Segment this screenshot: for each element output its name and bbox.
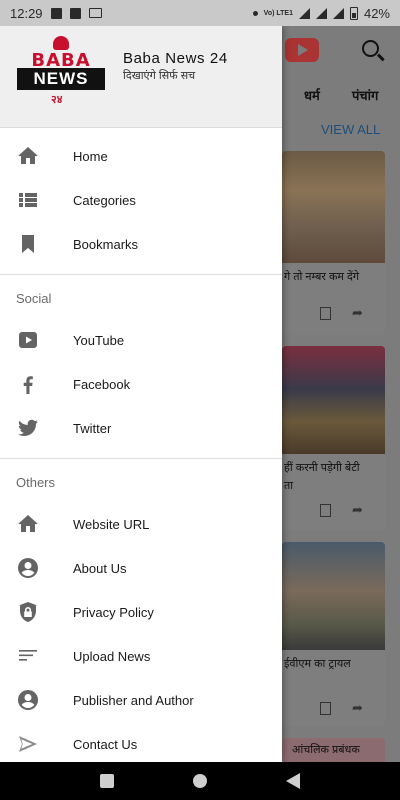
menu-label: Bookmarks xyxy=(73,236,139,252)
gallery-notification-icon xyxy=(69,7,81,19)
menu-label: Upload News xyxy=(73,648,151,664)
bookmark-icon xyxy=(320,307,331,320)
menu-label: Home xyxy=(73,148,108,164)
share-icon: ➦ xyxy=(352,502,363,517)
news-headline: हीं करनी पड़ेगी बेटी xyxy=(284,462,360,474)
menu-item-categories[interactable]: Categories xyxy=(0,178,282,222)
news-card: ईवीएम का ट्रायल ➦ xyxy=(282,542,385,726)
news-headline: ता xyxy=(284,480,294,492)
menu-item-contact-us[interactable]: Contact Us xyxy=(0,722,282,762)
share-icon: ➦ xyxy=(352,305,363,320)
section-title-social: Social xyxy=(16,291,52,306)
youtube-icon xyxy=(16,328,40,352)
list-icon xyxy=(16,188,40,212)
menu-item-publisher-author[interactable]: Publisher and Author xyxy=(0,678,282,722)
brand-tagline: दिखाएंगे सिर्फ सच xyxy=(123,70,196,82)
news-image xyxy=(282,346,385,454)
others-menu: Others Website URL About Us Privacy Poli… xyxy=(0,459,282,762)
social-menu: Social YouTube Facebook Twitter xyxy=(0,275,282,459)
twitter-icon xyxy=(16,416,40,440)
news-card: आंचलिक प्रबंधक xyxy=(282,738,385,762)
category-tab: पंचांग xyxy=(352,88,379,103)
news-headline: ईवीएम का ट्रायल xyxy=(284,658,351,670)
menu-label: YouTube xyxy=(73,332,125,348)
notification-icon xyxy=(50,7,62,19)
menu-item-website-url[interactable]: Website URL xyxy=(0,502,282,546)
logo-number: २४ xyxy=(51,94,63,106)
wifi-icon xyxy=(298,7,310,19)
share-icon: ➦ xyxy=(352,700,363,715)
menu-label: Publisher and Author xyxy=(73,692,194,708)
search-icon xyxy=(362,40,379,57)
news-image xyxy=(282,151,385,263)
news-headline: गे तो नम्बर कम देंगे xyxy=(284,271,360,283)
navigation-drawer: BABA NEWS २४ Baba News 24 दिखाएंगे सिर्फ… xyxy=(0,26,282,762)
menu-item-twitter[interactable]: Twitter xyxy=(0,406,282,450)
main-menu: Home Categories Bookmarks xyxy=(0,128,282,275)
menu-item-about-us[interactable]: About Us xyxy=(0,546,282,590)
menu-item-facebook[interactable]: Facebook xyxy=(0,362,282,406)
menu-item-privacy-policy[interactable]: Privacy Policy xyxy=(0,590,282,634)
lines-icon xyxy=(16,644,40,668)
news-headline: आंचलिक प्रबंधक xyxy=(292,744,360,756)
back-button[interactable] xyxy=(286,773,301,789)
logo-turban-icon xyxy=(53,36,69,50)
drawer-header: BABA NEWS २४ Baba News 24 दिखाएंगे सिर्फ… xyxy=(0,26,282,128)
home-icon xyxy=(16,512,40,536)
category-tab: धर्म xyxy=(304,88,320,103)
news-image xyxy=(282,542,385,650)
volte-indicator: Vo) LTE1 xyxy=(263,9,293,17)
menu-label: Privacy Policy xyxy=(73,604,154,620)
menu-label: Facebook xyxy=(73,376,131,392)
menu-label: About Us xyxy=(73,560,127,576)
signal-2-icon xyxy=(332,7,344,19)
battery-level: 42% xyxy=(363,5,390,21)
view-all-link: VIEW ALL xyxy=(321,122,381,137)
menu-label: Contact Us xyxy=(73,736,138,752)
logo-text-bottom: NEWS xyxy=(17,68,105,90)
brand-logo: BABA NEWS २४ xyxy=(17,36,105,116)
menu-item-bookmarks[interactable]: Bookmarks xyxy=(0,222,282,266)
battery-icon xyxy=(349,6,358,20)
signal-icon xyxy=(315,7,327,19)
menu-item-upload-news[interactable]: Upload News xyxy=(0,634,282,678)
menu-label: Website URL xyxy=(73,516,150,532)
news-card: गे तो नम्बर कम देंगे ➦ xyxy=(282,151,385,335)
menu-label: Categories xyxy=(73,192,136,208)
menu-item-youtube[interactable]: YouTube xyxy=(0,318,282,362)
person-icon xyxy=(16,556,40,580)
shield-lock-icon xyxy=(16,600,40,624)
system-nav-bar xyxy=(0,762,400,800)
brand-name: Baba News 24 xyxy=(123,50,228,67)
status-time: 12:29 xyxy=(10,5,43,21)
screen-notification-icon xyxy=(88,8,102,18)
recents-button[interactable] xyxy=(99,774,114,788)
dot-indicator-icon xyxy=(252,10,258,16)
send-icon xyxy=(16,732,40,756)
youtube-icon xyxy=(285,38,319,62)
home-icon xyxy=(16,144,40,168)
section-title-others: Others xyxy=(16,475,56,490)
home-button[interactable] xyxy=(192,774,207,788)
facebook-icon xyxy=(16,372,40,396)
menu-item-home[interactable]: Home xyxy=(0,134,282,178)
menu-label: Twitter xyxy=(73,420,112,436)
status-bar: 12:29 Vo) LTE1 42% xyxy=(0,0,400,26)
bookmark-icon xyxy=(320,504,331,517)
news-card: हीं करनी पड़ेगी बेटी ता ➦ xyxy=(282,346,385,530)
bookmark-icon xyxy=(320,702,331,715)
person-icon xyxy=(16,688,40,712)
bookmark-icon xyxy=(16,232,40,256)
